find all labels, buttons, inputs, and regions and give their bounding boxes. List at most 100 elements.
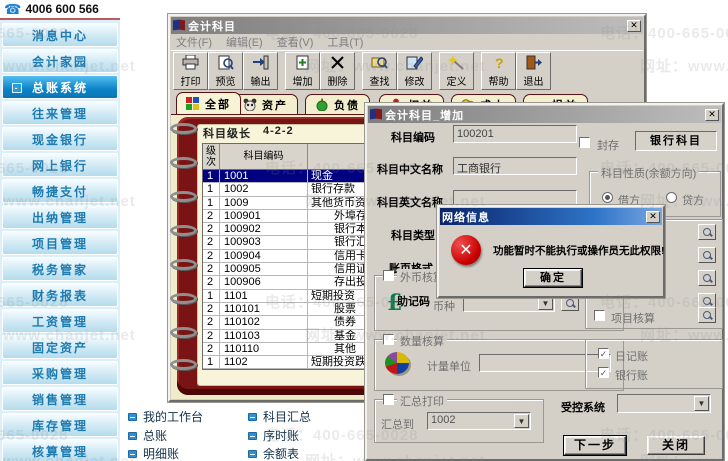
link-my-workbench[interactable]: 我的工作台: [128, 408, 203, 425]
sidebar-item-cashier[interactable]: 出纳管理: [2, 205, 118, 229]
error-message: 功能暂时不能执行或操作员无此权限!: [493, 245, 665, 257]
exit-door-icon: [526, 55, 542, 70]
sidebar-item-purchase[interactable]: 采购管理: [2, 361, 118, 385]
link-icon: [128, 412, 137, 421]
link-icon: [248, 431, 257, 440]
sidebar-item-fixed-assets[interactable]: 固定资产: [2, 335, 118, 359]
pound-icon: £: [387, 290, 403, 316]
credit-radio[interactable]: [666, 192, 677, 203]
level-length-label: 科目级长: [203, 128, 251, 140]
menu-tools[interactable]: 工具(T): [327, 34, 363, 50]
ok-button[interactable]: 确定: [523, 268, 583, 288]
type-label: 科目类型: [391, 230, 435, 242]
journal-checkbox[interactable]: [598, 348, 609, 359]
export-icon: [253, 55, 269, 70]
chevron-down-icon[interactable]: ▼: [538, 296, 553, 310]
search-icon[interactable]: [698, 307, 716, 323]
add-icon: [296, 55, 309, 70]
menu-file[interactable]: 文件(F): [176, 34, 212, 50]
binder-ring: [170, 157, 197, 168]
svg-text:?: ?: [495, 55, 504, 70]
qty-checkbox[interactable]: [383, 334, 394, 345]
binder-ring: [170, 359, 197, 370]
search-icon[interactable]: [698, 270, 716, 286]
add-button[interactable]: 增加: [285, 52, 320, 90]
close-button[interactable]: 关闭: [647, 436, 705, 455]
search-icon[interactable]: [698, 224, 716, 240]
journal-label: 日记账: [615, 351, 648, 363]
search-icon[interactable]: [698, 247, 716, 263]
help-button[interactable]: ? 帮助: [481, 52, 516, 90]
edit-icon: [406, 56, 423, 70]
summary-to-combobox[interactable]: 1002 ▼: [427, 412, 531, 430]
modify-button[interactable]: 修改: [397, 52, 432, 90]
link-balance-table[interactable]: 余额表: [248, 445, 299, 461]
controlled-system-combobox[interactable]: ▼: [617, 394, 711, 413]
summary-print-checkbox[interactable]: [383, 394, 394, 405]
next-button[interactable]: 下一步: [563, 435, 627, 456]
seal-checkbox[interactable]: [579, 137, 590, 148]
link-subject-summary[interactable]: 科目汇总: [248, 408, 311, 425]
cn-name-input[interactable]: 工商银行: [453, 157, 577, 175]
sidebar-item-general-ledger[interactable]: - 总账系统: [2, 75, 118, 99]
dialog-title: 会计科目_增加: [385, 109, 465, 122]
find-button[interactable]: 查找: [362, 52, 397, 90]
binder-ring: [170, 293, 197, 304]
sidebar-item-cash-bank[interactable]: 现金银行: [2, 127, 118, 151]
toolbar: 打印 预览 输出 增加 删除 查找 修改 定义 ? 帮助 退出: [171, 50, 643, 91]
export-button[interactable]: 输出: [243, 52, 278, 90]
support-phone-number: 4006 600 566: [25, 2, 99, 16]
bank-subject-badge: 银行科目: [635, 131, 717, 151]
link-general-ledger[interactable]: 总账: [128, 427, 167, 444]
apple-icon: [315, 98, 329, 112]
toolbar-separator: [474, 52, 481, 90]
tab-liabilities[interactable]: 负债: [305, 94, 370, 114]
sidebar-item-accounting-home[interactable]: 会计家园: [2, 49, 118, 73]
fx-checkbox[interactable]: [383, 270, 394, 281]
msgbox-titlebar[interactable]: 网络信息 ✕: [440, 208, 662, 225]
sidebar-item-current-mgmt[interactable]: 往来管理: [2, 101, 118, 125]
preview-icon: [218, 55, 234, 70]
error-icon: [451, 235, 481, 265]
print-button[interactable]: 打印: [173, 52, 208, 90]
toolbar-separator: [355, 52, 362, 90]
exit-button[interactable]: 退出: [516, 52, 551, 90]
tab-assets[interactable]: 资产: [233, 94, 298, 114]
main-close-button[interactable]: ✕: [627, 19, 641, 32]
tab-all[interactable]: 全部: [176, 92, 241, 114]
debit-radio[interactable]: [602, 192, 613, 203]
main-titlebar[interactable]: 会计科目 ✕: [171, 17, 643, 34]
chevron-down-icon[interactable]: ▼: [514, 414, 529, 428]
menu-view[interactable]: 查看(V): [277, 34, 314, 50]
sidebar-item-reports[interactable]: 财务报表: [2, 283, 118, 307]
dialog-titlebar[interactable]: 会计科目_增加 ✕: [368, 106, 721, 123]
link-detail-ledger[interactable]: 明细账: [128, 445, 179, 461]
link-journal[interactable]: 序时账: [248, 427, 299, 444]
sidebar-item-inventory[interactable]: 库存管理: [2, 413, 118, 437]
sidebar: ☎ 4006 600 566 消息中心 会计家园 - 总账系统 往来管理 现金银行…: [0, 0, 120, 461]
summary-to-label: 汇总到: [381, 419, 414, 431]
sidebar-item-chanjet-pay[interactable]: 畅捷支付: [2, 179, 118, 203]
book-icon: [370, 108, 382, 120]
sidebar-item-project[interactable]: 项目管理: [2, 231, 118, 255]
header-code: 科目编码: [220, 144, 308, 169]
sidebar-item-sales[interactable]: 销售管理: [2, 387, 118, 411]
cn-name-label: 科目中文名称: [377, 164, 443, 176]
seal-label: 封存: [597, 140, 619, 152]
dialog-close-button[interactable]: ✕: [705, 108, 719, 121]
code-label: 科目编码: [391, 132, 435, 144]
sidebar-item-tax[interactable]: 税务管家: [2, 257, 118, 281]
define-button[interactable]: 定义: [439, 52, 474, 90]
code-input[interactable]: 100201: [453, 125, 577, 143]
sidebar-item-costing[interactable]: 核算管理: [2, 439, 118, 461]
chevron-down-icon[interactable]: ▼: [694, 396, 709, 411]
menu-edit[interactable]: 编辑(E): [226, 34, 263, 50]
bank-account-checkbox[interactable]: [598, 367, 609, 378]
msgbox-close-button[interactable]: ✕: [646, 210, 660, 223]
delete-button[interactable]: 删除: [320, 52, 355, 90]
binder-ring: [170, 225, 197, 236]
preview-button[interactable]: 预览: [208, 52, 243, 90]
sidebar-item-salary[interactable]: 工资管理: [2, 309, 118, 333]
sidebar-item-online-bank[interactable]: 网上银行: [2, 153, 118, 177]
sidebar-item-message-center[interactable]: 消息中心: [2, 23, 118, 47]
